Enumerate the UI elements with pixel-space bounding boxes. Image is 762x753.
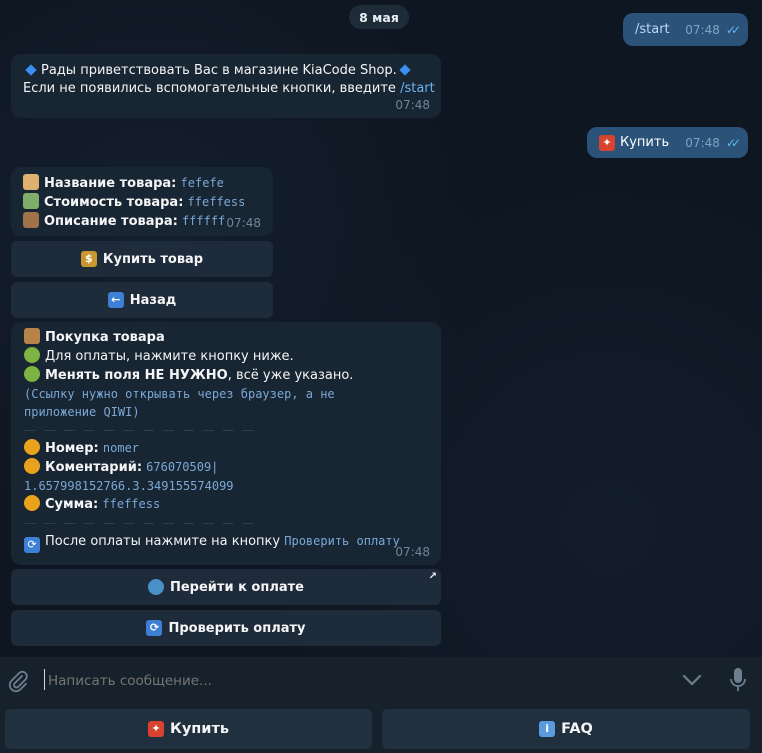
scroll-icon [23,212,39,228]
sun-icon [24,495,40,511]
message-incoming-product: Название товара: fefefe Стоимость товара… [11,167,273,236]
button-label: Перейти к оплате [169,579,304,595]
text-cursor [44,669,45,690]
product-price-label: Стоимость товара: [44,195,184,210]
button-label: Купить товар [102,251,204,267]
check-payment-button[interactable]: ⟳ Проверить оплату [11,610,441,646]
message-composer [0,657,762,703]
start-command-link[interactable]: /start [400,81,435,96]
buy-product-button[interactable]: $ Купить товар [11,241,273,277]
product-desc-label: Описание товара: [44,214,178,229]
money-icon [23,193,39,209]
number-value: nomer [102,441,140,455]
sun-icon [24,439,40,455]
welcome-line2: Если не появились вспомогательные кнопки… [23,81,396,96]
message-text[interactable]: /start [635,22,670,37]
purchase-line3-bold: Менять поля НЕ НУЖНО [45,368,228,383]
reply-buy-button[interactable]: ✦ Купить [5,709,372,749]
go-to-payment-button[interactable]: Перейти к оплате ↗ [11,569,441,605]
message-text: Купить [620,135,670,150]
message-outgoing-buy: ✦ Купить 07:48 ✓✓ [587,127,748,158]
sun-icon [24,458,40,474]
message-time: 07:48 [395,98,430,112]
sum-value: ffeffess [102,497,161,511]
microphone-icon[interactable] [729,667,747,693]
message-time: 07:48 [226,216,261,230]
purchase-line3-rest: , всё уже указано. [227,368,354,383]
button-label: Назад [129,292,177,308]
message-incoming-purchase: Покупка товара Для оплаты, нажмите кнопк… [11,322,441,565]
date-chip: 8 мая [349,5,409,29]
kiwi-icon [24,347,40,363]
divider: — — — — — — — — — — — — [24,516,256,530]
read-check-icon: ✓✓ [725,22,741,37]
gift-icon: ✦ [599,134,615,151]
message-incoming-welcome: Рады приветствовать Вас в магазине KiaCo… [11,54,441,118]
after-text: После оплаты нажмите на кнопку [45,534,281,549]
product-name-label: Название товара: [44,176,177,191]
refresh-icon: ⟳ [146,620,163,636]
paperclip-icon[interactable] [7,669,29,693]
price-tag-icon [23,174,39,190]
comment-value-1: 676070509| [146,460,219,474]
message-time: 07:48 [685,135,720,150]
chevron-down-icon[interactable] [682,673,702,687]
reply-keyboard: ✦ Купить i FAQ [0,703,762,753]
gift-icon: ✦ [147,721,164,737]
refresh-icon: ⟳ [24,537,40,553]
message-time: 07:48 [685,22,720,37]
blue-diamond-icon [25,64,37,76]
purchase-note-line2: приложение QIWI) [24,405,140,419]
after-code: Проверить оплату [284,534,400,548]
comment-value-2: 1.657998152766.3.349155574099 [24,479,234,493]
kiwi-icon [24,366,40,382]
number-label: Номер: [45,441,99,456]
package-icon [24,328,40,344]
product-name-value: fefefe [180,176,224,190]
button-label: Проверить оплату [168,620,306,636]
globe-icon [147,579,164,595]
sum-label: Сумма: [45,497,99,512]
button-label: FAQ [561,721,593,737]
read-check-icon: ✓✓ [725,135,741,150]
message-input[interactable] [46,667,650,695]
purchase-line2: Для оплаты, нажмите кнопку ниже. [45,349,294,364]
button-label: Купить [169,721,230,737]
info-icon: i [539,721,556,737]
message-outgoing-start[interactable]: /start 07:48 ✓✓ [623,13,748,46]
back-arrow-icon: ← [107,292,124,308]
product-price-value: ffeffess [187,195,246,209]
back-button[interactable]: ← Назад [11,282,273,318]
comment-label: Коментарий: [45,460,143,475]
product-desc-value: ffffff [181,214,226,228]
reply-faq-button[interactable]: i FAQ [382,709,750,749]
welcome-line1: Рады приветствовать Вас в магазине KiaCo… [41,63,397,78]
purchase-note-line1: (Ссылку нужно открывать через браузер, а… [24,387,335,401]
blue-diamond-icon [399,64,411,76]
purchase-title: Покупка товара [45,330,165,345]
external-link-icon: ↗ [428,571,437,582]
message-time: 07:48 [395,545,430,559]
money-bag-icon: $ [80,251,97,267]
divider: — — — — — — — — — — — — [24,423,256,437]
